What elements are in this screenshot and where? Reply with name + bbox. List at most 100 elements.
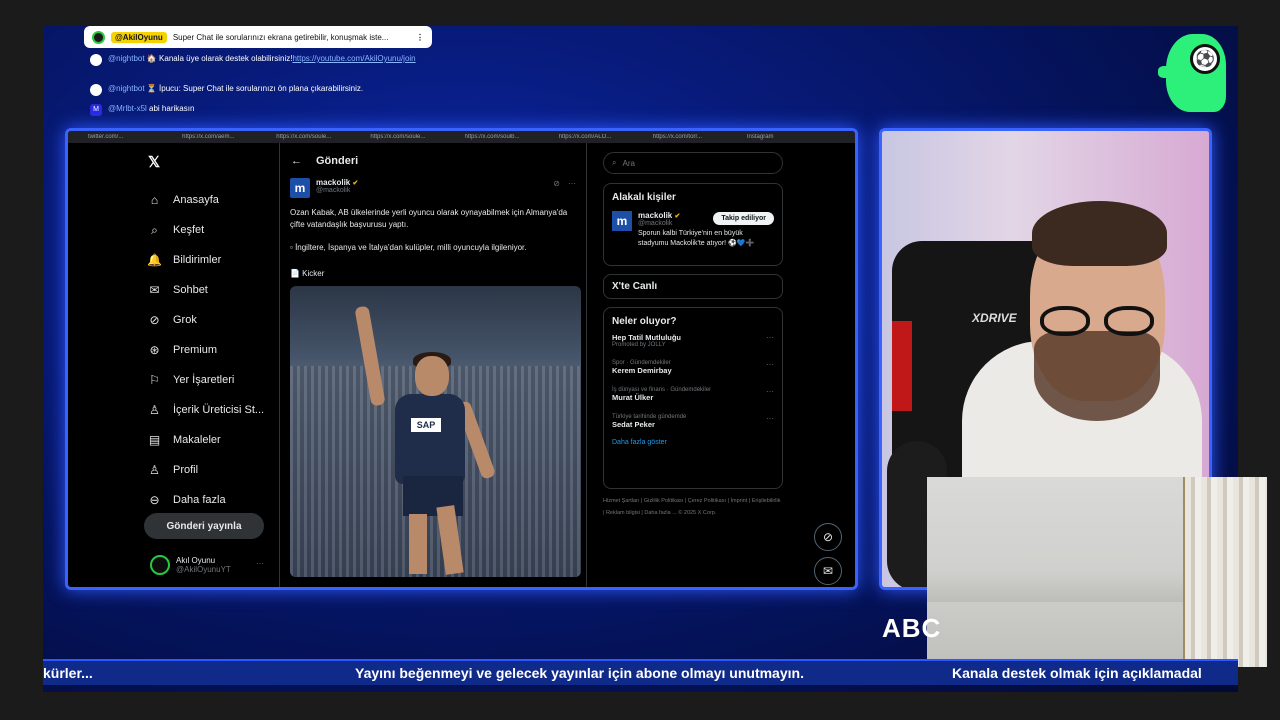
grok-icon[interactable]: ⊘: [814, 523, 842, 551]
sidebar-item-home[interactable]: ⌂ Anasayfa: [148, 185, 264, 215]
letterbox-bottom: [0, 692, 1280, 720]
more-icon[interactable]: ···: [766, 387, 774, 396]
more-icon[interactable]: ⋮: [416, 33, 424, 42]
author-handle: @mackolik: [316, 187, 351, 194]
mackolik-logo-icon: m: [290, 178, 310, 198]
footer-links[interactable]: Hizmet Şartları | Gizlilik Politikası | …: [603, 495, 783, 519]
chat-text: İpucu: Super Chat ile sorularınızı ön pl…: [159, 84, 364, 93]
bell-icon: 🔔: [147, 253, 162, 267]
post-author[interactable]: m mackolik ✔ @mackolik: [290, 178, 358, 198]
browser-tab[interactable]: twitter.com/...: [88, 134, 176, 140]
chat-user: @nightbot: [108, 84, 145, 93]
trend-title: Hep Tatil Mutluluğu: [612, 333, 682, 342]
sidebar-item-notifications[interactable]: 🔔 Bildirimler: [147, 245, 264, 275]
show-more-link[interactable]: Daha fazla göster: [604, 435, 782, 454]
creator-icon: ♙: [149, 403, 160, 417]
more-icon[interactable]: ···: [766, 333, 774, 342]
x-nav: ⌂ Anasayfa ⌕ Keşfet 🔔 Bildirimler ✉ Sohbet ⊘…: [147, 185, 264, 515]
overlay-text: ABC: [882, 613, 942, 643]
sidebar-item-label: Grok: [173, 314, 197, 326]
sidebar-item-label: Sohbet: [173, 284, 208, 296]
browser-tab[interactable]: https://x.com/ALO...: [559, 134, 647, 140]
panel-title: Alakalı kişiler: [612, 192, 676, 203]
post-button[interactable]: Gönderi yayınla: [144, 513, 264, 539]
grok-icon: ⊘: [149, 313, 160, 327]
x-live-panel[interactable]: X'te Canlı: [603, 274, 783, 299]
trend-item[interactable]: İş dünyası ve finans · Gündemdekiler Mur…: [604, 381, 782, 408]
post-bullet-text: İngiltere, İspanya ve İtalya'dan kulüple…: [295, 243, 527, 252]
browser-tab[interactable]: https://x.com/soule...: [276, 134, 364, 140]
mail-icon: ✉: [149, 283, 160, 297]
browser-tab[interactable]: Instagram: [747, 134, 835, 140]
articles-icon: ▤: [148, 433, 161, 447]
sidebar-item-label: Makaleler: [173, 434, 221, 446]
bookmark-icon: ⚐: [149, 373, 160, 387]
related-people-panel: Alakalı kişiler m mackolik ✔ @mackolik S…: [603, 183, 783, 266]
nightbot-icon: [90, 54, 102, 66]
sidebar-item-explore[interactable]: ⌕ Keşfet: [148, 215, 264, 245]
chat-text: Kanala üye olarak destek olabilirsiniz!: [159, 54, 293, 63]
sidebar-item-creator-studio[interactable]: ♙ İçerik Üreticisi St...: [148, 395, 264, 425]
more-icon[interactable]: ···: [766, 414, 774, 423]
browser-tabs: twitter.com/... https://x.com/aem... htt…: [68, 131, 855, 143]
post-source: 📄 Kicker: [290, 269, 325, 278]
sidebar-item-premium[interactable]: ⊛ Premium: [148, 335, 264, 365]
verified-badge-icon: ✔: [352, 180, 359, 187]
home-icon: ⌂: [150, 193, 159, 207]
related-person[interactable]: m mackolik ✔ @mackolik Sporun kalbi Türk…: [604, 203, 782, 257]
browser-tab[interactable]: https://x.com/soulb...: [465, 134, 553, 140]
search-input[interactable]: ⌕ Ara: [603, 152, 783, 174]
browser-tab[interactable]: https://x.com/torr...: [653, 134, 741, 140]
verified-badge-icon: ✔: [674, 213, 681, 220]
chat-user: @nightbot: [108, 54, 145, 63]
channel-logo-icon: ⚽: [1158, 34, 1230, 112]
trend-item[interactable]: Hep Tatil Mutluluğu Promoted by JOLLY ··…: [604, 327, 782, 354]
x-logo-icon[interactable]: 𝕏: [148, 153, 160, 171]
pinned-chat-message[interactable]: @AkilOyunu Super Chat ile sorularınızı e…: [84, 26, 432, 48]
nightbot-icon: [90, 84, 102, 96]
sidebar-item-profile[interactable]: ♙ Profil: [148, 455, 264, 485]
sidebar-item-label: Anasayfa: [173, 194, 219, 206]
sidebar-item-articles[interactable]: ▤ Makaleler: [148, 425, 264, 455]
chat-user: @Mrlbt-x5l: [108, 104, 147, 113]
user-avatar-icon: M: [90, 104, 102, 116]
sidebar-item-grok[interactable]: ⊘ Grok: [148, 305, 264, 335]
letterbox-left: [0, 0, 43, 720]
profile-icon: ♙: [149, 463, 160, 477]
sidebar-item-chat[interactable]: ✉ Sohbet: [148, 275, 264, 305]
avatar: [92, 30, 105, 44]
letterbox-top: [0, 0, 1280, 26]
related-bio: Sporun kalbi Türkiye'nin en büyük stadyu…: [638, 230, 755, 247]
browser-tab[interactable]: https://x.com/aem...: [182, 134, 270, 140]
chat-link[interactable]: https://youtube.com/AkilOyunu/join: [292, 54, 415, 63]
sidebar-item-label: Daha fazla: [173, 494, 226, 506]
trend-title: Kerem Demirbay: [612, 366, 672, 375]
post-image[interactable]: SAP: [290, 286, 581, 577]
more-icon[interactable]: ···: [568, 179, 576, 188]
back-arrow-icon[interactable]: ←: [291, 155, 302, 167]
trend-title: Sedat Peker: [612, 420, 655, 429]
pinned-chat-author: @AkilOyunu: [111, 31, 167, 43]
pinned-chat-text: Super Chat ile sorularınızı ekrana getir…: [172, 32, 389, 42]
mail-icon[interactable]: ✉: [814, 557, 842, 585]
following-button[interactable]: Takip ediliyor: [713, 212, 774, 225]
panel-title: X'te Canlı: [612, 281, 658, 292]
trend-meta: Promoted by JOLLY: [612, 342, 666, 348]
more-icon[interactable]: ···: [256, 559, 264, 568]
grok-icon[interactable]: ⊘: [553, 179, 560, 188]
chat-message: @nightbot ⏳ İpucu: Super Chat ile sorula…: [90, 84, 430, 96]
trend-item[interactable]: Spor · Gündemdekiler Kerem Demirbay ···: [604, 354, 782, 381]
trend-item[interactable]: Türkiye tarihinde gündemde Sedat Peker ·…: [604, 408, 782, 435]
sidebar-item-bookmarks[interactable]: ⚐ Yer İşaretleri: [148, 365, 264, 395]
ticker-text: Kanala destek olmak için açıklamadal: [952, 665, 1202, 681]
chat-emoji: ⏳: [146, 84, 157, 93]
browser-tab[interactable]: https://x.com/soule...: [370, 134, 458, 140]
sidebar-item-label: Yer İşaretleri: [173, 374, 235, 386]
account-switcher[interactable]: Akıl Oyunu @AkilOyunuYT ···: [150, 555, 264, 575]
ticker-text: kürler...: [43, 665, 93, 681]
chat-message: M @Mrlbt-x5l abi harikasın: [90, 104, 430, 116]
sidebar-item-more[interactable]: ⊖ Daha fazla: [148, 485, 264, 515]
more-icon[interactable]: ···: [766, 360, 774, 369]
premium-icon: ⊛: [149, 343, 160, 357]
sidebar-item-label: Profil: [173, 464, 199, 476]
